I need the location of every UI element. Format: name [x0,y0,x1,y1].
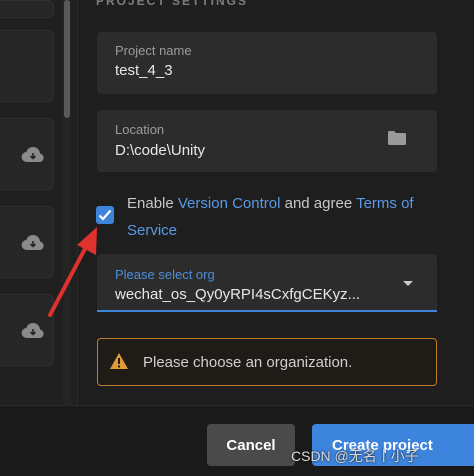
org-select[interactable]: Please select org wechat_os_Qy0yRPI4sCxf… [97,254,437,312]
scroll-thumb[interactable] [64,0,70,118]
panel-divider [77,0,78,405]
warning-icon [110,353,128,369]
location-input[interactable]: D:\code\Unity [115,142,205,159]
warning-banner: Please choose an organization. [97,338,437,386]
project-card[interactable] [0,0,54,18]
project-list-scrollbar[interactable] [63,0,71,405]
watermark-text: CSDN @无名丨小子 [291,448,419,464]
checkmark-icon [98,209,112,221]
location-label: Location [115,122,165,137]
org-select-placeholder: Please select org [115,267,215,282]
location-field[interactable]: Location D:\code\Unity [97,110,437,172]
project-card[interactable] [0,30,54,102]
folder-icon[interactable] [387,130,407,146]
version-control-link[interactable]: Version Control [178,195,281,212]
version-control-checkbox[interactable] [96,206,114,224]
project-name-label: Project name [115,43,192,58]
agreement-prefix: Enable [127,195,178,212]
chevron-down-icon[interactable] [403,281,413,286]
cloud-download-icon[interactable] [21,323,45,339]
cancel-button[interactable]: Cancel [207,424,295,466]
section-title: PROJECT SETTINGS [96,0,249,8]
cloud-download-icon[interactable] [21,235,45,251]
agreement-text: Enable Version Control and agree Terms o… [127,190,442,244]
project-name-field[interactable]: Project name test_4_3 [97,32,437,94]
agreement-middle: and agree [280,195,357,212]
annotation-arrow-icon [48,227,97,317]
project-name-input[interactable]: test_4_3 [115,62,173,79]
project-card[interactable] [0,118,54,190]
cloud-download-icon[interactable] [21,147,45,163]
warning-message: Please choose an organization. [143,354,353,371]
project-list-panel [0,0,78,405]
org-select-value: wechat_os_Qy0yRPI4sCxfgCEKyz... [115,286,361,303]
